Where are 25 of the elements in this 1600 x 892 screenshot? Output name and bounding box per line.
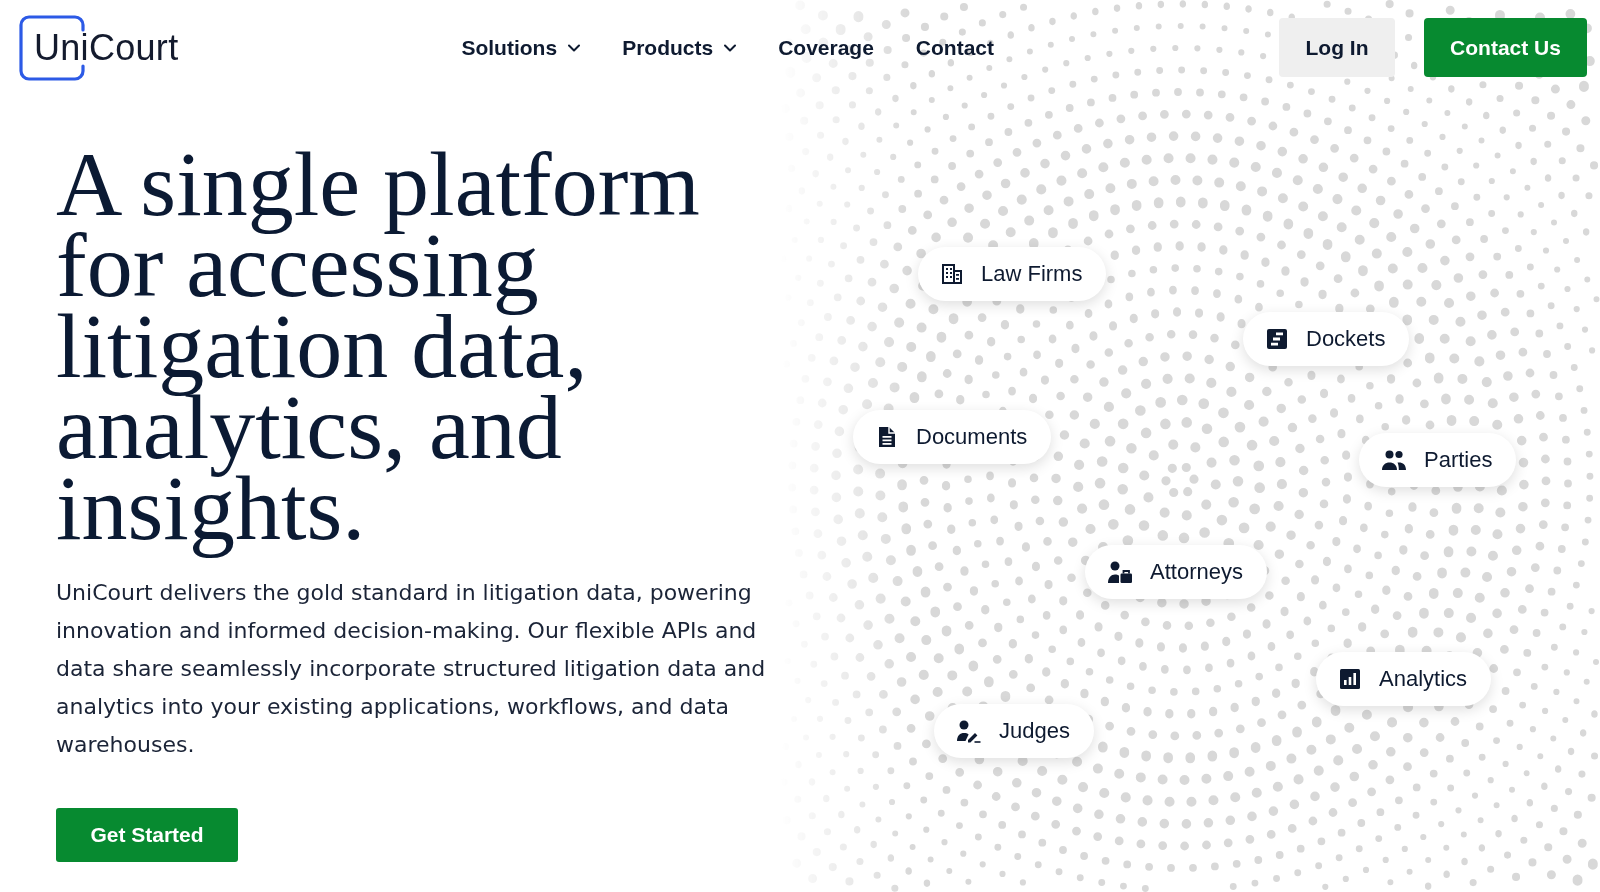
data-type-pill: Attorneys: [1085, 545, 1267, 599]
nav-link[interactable]: Solutions: [461, 35, 581, 60]
nav-link[interactable]: Contact: [915, 35, 995, 60]
data-type-pill: Documents: [853, 410, 1052, 464]
stacked-bars-icon: [1265, 327, 1289, 351]
data-type-pill: Parties: [1359, 433, 1517, 487]
chevron-down-icon: [724, 43, 737, 52]
hero-heading: A single platform for accessing litigation data, analytics, and insights.: [56, 132, 701, 561]
data-type-pill: Analytics: [1316, 652, 1492, 706]
get-started-button[interactable]: Get Started: [56, 808, 238, 862]
building-icon: [940, 262, 964, 286]
nav-link[interactable]: Coverage: [778, 35, 874, 60]
person-briefcase-icon: [1107, 560, 1133, 584]
hero-description: UniCourt delivers the gold standard in litigation data, powering innovation and informed decision-making. Our flexible APIs and data share seamlessly incorporate structured litigation data and analytics into your existing applications, workflows, and data warehouses.: [56, 579, 767, 759]
people-icon: [1381, 449, 1407, 471]
chevron-down-icon: [568, 43, 581, 52]
data-type-pill: Dockets: [1243, 312, 1410, 366]
login-button[interactable]: Log In: [1279, 18, 1395, 77]
person-pen-icon: [956, 719, 982, 743]
contact-button[interactable]: Contact Us: [1424, 18, 1587, 77]
nav-link[interactable]: Products: [622, 35, 737, 60]
data-type-pill: Law Firms: [918, 247, 1107, 301]
data-type-pill: Judges: [934, 704, 1094, 758]
bar-chart-icon: [1338, 667, 1362, 691]
logo[interactable]: UniCourt: [20, 14, 179, 81]
